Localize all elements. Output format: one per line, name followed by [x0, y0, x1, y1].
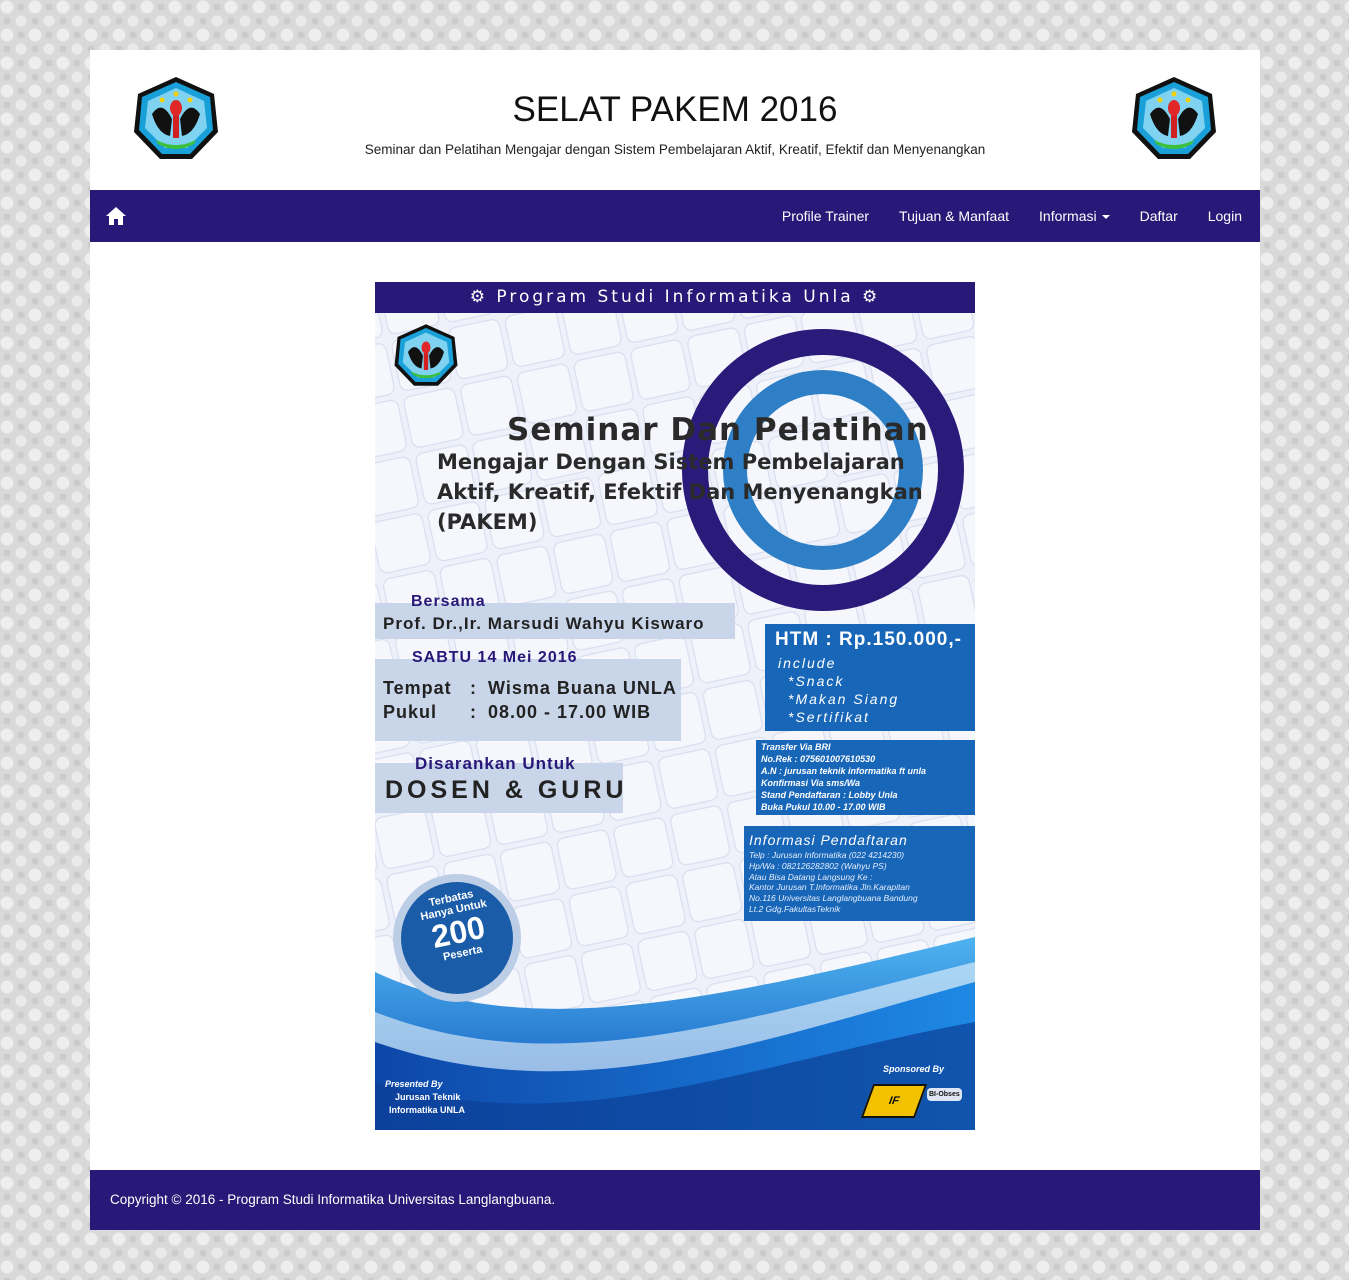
nav-informasi-dropdown[interactable]: Informasi — [1039, 208, 1110, 224]
poster-htm-include: include — [778, 655, 837, 671]
poster-banner-text: Program Studi Informatika Unla — [496, 287, 854, 307]
poster-info-line: Lt.2 Gdg.FakultasTeknik — [749, 903, 841, 914]
poster-university-logo-icon — [394, 324, 458, 386]
poster-transfer-line: Buka Pukul 10.00 - 17.00 WIB — [761, 802, 886, 812]
poster-info-block: Telp : Jurusan Informatika (022 4214230)… — [749, 850, 918, 915]
sponsor-biobses-logo: BI-Obses — [927, 1088, 962, 1101]
poster-pukul-value: 08.00 - 17.00 WIB — [488, 702, 652, 722]
poster-transfer-line: Transfer Via BRI — [761, 742, 831, 752]
poster-title: Seminar Dan Pelatihan — [507, 412, 929, 448]
nav-informasi-label: Informasi — [1039, 208, 1097, 224]
poster-bersama-label: Bersama — [411, 593, 486, 610]
poster-transfer-line: Stand Pendaftaran : Lobby Unla — [761, 790, 898, 800]
poster-info-line: No.116 Universitas Langlangbuana Bandung — [749, 893, 918, 904]
nav-login[interactable]: Login — [1208, 208, 1242, 224]
poster-info-line: Atau Bisa Datang Langsung Ke : — [749, 871, 873, 882]
poster-presented-line1: Jurusan Teknik — [395, 1092, 461, 1102]
footer-copyright: Copyright © 2016 - Program Studi Informa… — [110, 1192, 556, 1207]
site-subtitle: Seminar dan Pelatihan Mengajar dengan Si… — [364, 142, 986, 157]
poster-htm-item: *Sertifikat — [788, 709, 870, 725]
poster-info-line: Kantor Jurusan T.Informatika Jln.Karapit… — [749, 882, 910, 893]
poster-disarankan-label: Disarankan Untuk — [415, 754, 576, 773]
gear-icon: ⚙ — [469, 287, 488, 307]
nav-tujuan-manfaat[interactable]: Tujuan & Manfaat — [899, 208, 1009, 224]
university-logo-icon — [1132, 77, 1216, 159]
nav-daftar[interactable]: Daftar — [1140, 208, 1178, 224]
poster-transfer-block: Transfer Via BRI No.Rek : 07560100761053… — [761, 741, 926, 813]
nav-profile-trainer[interactable]: Profile Trainer — [782, 208, 869, 224]
home-icon[interactable] — [104, 204, 128, 228]
poster-subtitle-2: Aktif, Kreatif, Efektif Dan Menyenangkan — [437, 480, 923, 504]
gear-icon: ⚙ — [862, 287, 881, 307]
poster-info-title: Informasi Pendaftaran — [749, 832, 908, 848]
poster-info-line: Hp/Wa : 082126282802 (Wahyu PS) — [749, 860, 887, 871]
poster-htm-item: *Snack — [788, 673, 845, 689]
poster-transfer-line: Konfirmasi Via sms/Wa — [761, 778, 861, 788]
main-navbar: Profile Trainer Tujuan & Manfaat Informa… — [90, 190, 1260, 242]
page-container: SELAT PAKEM 2016 Seminar dan Pelatihan M… — [90, 50, 1260, 1230]
poster-transfer-line: A.N : jurusan teknik informatika ft unla — [761, 766, 927, 776]
site-header: SELAT PAKEM 2016 Seminar dan Pelatihan M… — [90, 50, 1260, 190]
poster-subtitle-3: (PAKEM) — [437, 510, 538, 534]
poster-presented-label: Presented By — [385, 1079, 443, 1089]
poster-pukul-sep: : — [470, 702, 476, 722]
poster-audience: DOSEN & GURU — [385, 776, 628, 804]
poster-info-line: Telp : Jurusan Informatika (022 4214230) — [749, 850, 905, 860]
poster-transfer-line: No.Rek : 075601007610530 — [761, 754, 876, 764]
event-poster: ⚙ Program Studi Informatika Unla ⚙ Semin… — [375, 282, 975, 1130]
poster-speaker: Prof. Dr.,Ir. Marsudi Wahyu Kiswaro — [383, 614, 705, 633]
poster-tempat-value: Wisma Buana UNLA — [488, 678, 677, 698]
poster-date: SABTU 14 Mei 2016 — [412, 649, 578, 666]
poster-htm-title: HTM : Rp.150.000,- — [775, 629, 962, 650]
poster-presented-line2: Informatika UNLA — [389, 1105, 466, 1115]
poster-htm-item: *Makan Siang — [788, 691, 900, 707]
poster-banner: ⚙ Program Studi Informatika Unla ⚙ — [375, 287, 975, 307]
caret-down-icon — [1101, 215, 1110, 220]
poster-subtitle-1: Mengajar Dengan Sistem Pembelajaran — [437, 450, 905, 474]
nav-menu: Profile Trainer Tujuan & Manfaat Informa… — [752, 190, 1242, 242]
site-footer: Copyright © 2016 - Program Studi Informa… — [90, 1170, 1260, 1230]
site-title: SELAT PAKEM 2016 — [512, 90, 838, 129]
poster-tempat-sep: : — [470, 678, 476, 698]
poster-pukul-label: Pukul — [383, 702, 438, 722]
poster-tempat-label: Tempat — [383, 678, 452, 698]
poster-sponsored-label: Sponsored By — [883, 1064, 945, 1074]
